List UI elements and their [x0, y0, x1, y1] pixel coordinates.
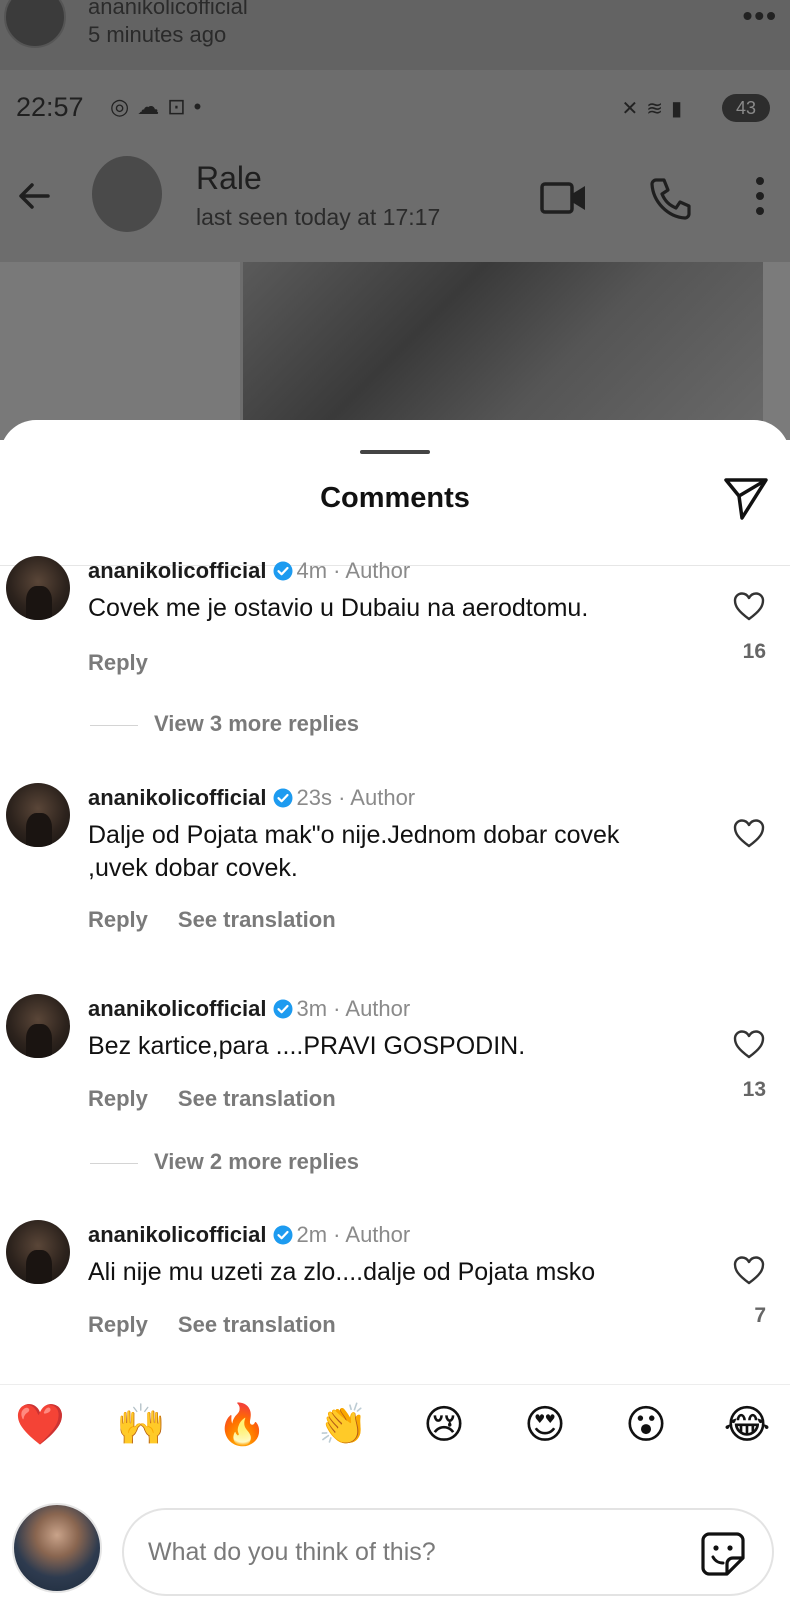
post-time: 5 minutes ago [88, 22, 227, 47]
sticker-icon[interactable] [699, 1530, 747, 1578]
post-header: ananikolicofficial 5 minutes ago ••• [0, 0, 790, 70]
avatar[interactable] [6, 1220, 70, 1284]
chat-background [0, 262, 240, 440]
like-heart-icon[interactable] [732, 817, 766, 849]
more-options-icon: ••• [742, 0, 778, 31]
avatar[interactable] [6, 783, 70, 847]
see-translation-button[interactable]: See translation [178, 1312, 336, 1337]
chat-last-seen: last seen today at 17:17 [196, 204, 441, 230]
divider [90, 724, 138, 726]
comment-meta: 2m · Author [296, 1222, 411, 1247]
reply-button[interactable]: Reply [88, 650, 148, 675]
reply-button[interactable]: Reply [88, 1086, 148, 1111]
battery-indicator: 43 [722, 94, 770, 122]
emoji-fire-button[interactable]: 🔥 [214, 1401, 270, 1449]
comment-actions: Reply See translation [88, 907, 366, 933]
status-signal-icons: ✕≋▮ [621, 98, 690, 120]
back-arrow-icon [19, 183, 50, 209]
avatar[interactable] [6, 556, 70, 620]
view-more-label: View 3 more replies [154, 711, 360, 736]
comment-text: Dalje od Pojata mak"o nije.Jednom dobar … [88, 821, 620, 882]
post-avatar [4, 0, 66, 48]
chat-header: Rale last seen today at 17:17 [0, 140, 790, 260]
verified-badge-icon [273, 561, 292, 581]
view-more-replies[interactable]: View 3 more replies [90, 711, 359, 737]
chat-name: Rale [196, 160, 262, 196]
comment-header: ananikolicofficial 2m · Author [88, 1222, 410, 1248]
chat-background-edge [763, 262, 790, 440]
emoji-heart-eyes-button[interactable]: 😍 [517, 1401, 573, 1449]
like-heart-icon[interactable] [732, 590, 766, 622]
comment-meta: 23s · Author [296, 785, 416, 810]
like-count: 16 [742, 640, 766, 663]
emoji-clap-button[interactable]: 👏 [315, 1401, 371, 1449]
like-count: 13 [742, 1078, 766, 1101]
video-call-icon [540, 182, 585, 214]
like-count: 7 [754, 1304, 766, 1327]
status-bar: 22:57 ◎☁⊡• ✕≋▮ 43 [0, 84, 790, 134]
phone-call-icon [650, 178, 691, 220]
comment-actions: Reply [88, 650, 178, 676]
background-overlay[interactable]: ananikolicofficial 5 minutes ago ••• 22:… [0, 0, 790, 440]
drag-handle[interactable] [360, 450, 430, 454]
like-heart-icon[interactable] [732, 1254, 766, 1286]
avatar[interactable] [6, 994, 70, 1058]
like-heart-icon[interactable] [732, 1028, 766, 1060]
see-translation-button[interactable]: See translation [178, 907, 336, 932]
comment-username[interactable]: ananikolicofficial [88, 558, 267, 583]
reply-button[interactable]: Reply [88, 1312, 148, 1337]
comment-username[interactable]: ananikolicofficial [88, 1222, 267, 1247]
comment-header: ananikolicofficial 23s · Author [88, 785, 415, 811]
verified-badge-icon [273, 788, 292, 808]
view-more-replies[interactable]: View 2 more replies [90, 1149, 359, 1175]
comment-username[interactable]: ananikolicofficial [88, 996, 267, 1021]
shared-photo [243, 262, 763, 440]
comment-text: Bez kartice,para ....PRAVI GOSPODIN. [88, 1032, 526, 1060]
emoji-laughing-button[interactable]: 😂 [719, 1401, 775, 1449]
comment-actions: Reply See translation [88, 1312, 366, 1338]
comment-username[interactable]: ananikolicofficial [88, 785, 267, 810]
comment-meta: 3m · Author [296, 996, 411, 1021]
view-more-label: View 2 more replies [154, 1149, 360, 1174]
post-username: ananikolicofficial [88, 0, 248, 19]
emoji-crying-button[interactable]: 😢 [416, 1401, 472, 1449]
status-notification-icons: ◎☁⊡• [110, 94, 210, 119]
comment-actions: Reply See translation [88, 1086, 366, 1112]
comment-composer [122, 1508, 774, 1596]
emoji-heart-button[interactable]: ❤️ [12, 1401, 68, 1449]
divider [90, 1162, 138, 1164]
emoji-raised-hands-button[interactable]: 🙌 [113, 1401, 169, 1449]
comment-text: Covek me je ostavio u Dubaiu na aerodtom… [88, 594, 589, 622]
emoji-reaction-bar: ❤️ 🙌 🔥 👏 😢 😍 😮 😂 [0, 1384, 790, 1464]
comment-meta: 4m · Author [296, 558, 411, 583]
verified-badge-icon [273, 999, 292, 1019]
comment-text: Ali nije mu uzeti za zlo....dalje od Poj… [88, 1258, 596, 1286]
current-user-avatar [12, 1503, 102, 1593]
reply-button[interactable]: Reply [88, 907, 148, 932]
comment-header: ananikolicofficial 3m · Author [88, 996, 410, 1022]
emoji-surprised-button[interactable]: 😮 [618, 1401, 674, 1449]
comment-header: ananikolicofficial 4m · Author [88, 558, 410, 584]
status-time: 22:57 [16, 92, 84, 122]
comment-input[interactable] [148, 1530, 668, 1574]
chat-avatar [92, 156, 162, 232]
share-send-icon[interactable] [722, 474, 770, 522]
verified-badge-icon [273, 1225, 292, 1245]
see-translation-button[interactable]: See translation [178, 1086, 336, 1111]
sheet-title: Comments [320, 482, 470, 514]
chat-menu-icon [756, 177, 764, 215]
